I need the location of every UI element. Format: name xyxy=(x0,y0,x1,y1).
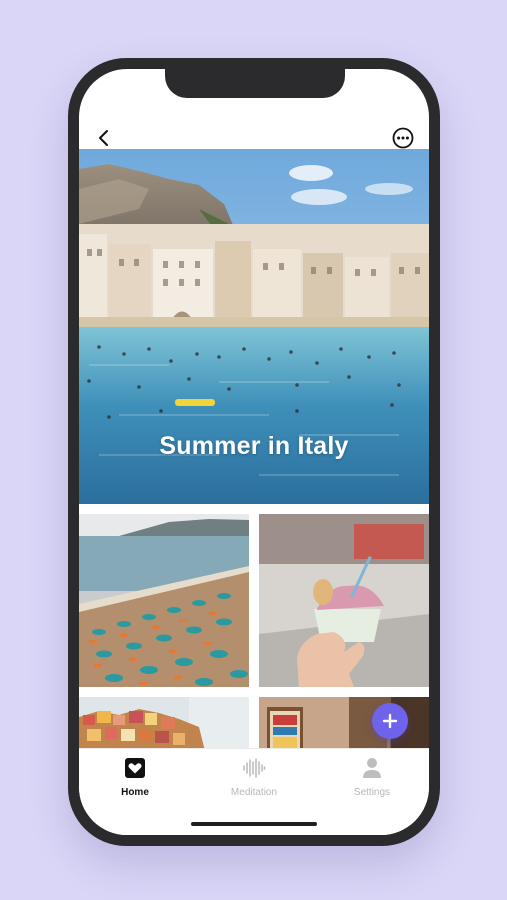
beach-photo xyxy=(79,514,249,687)
tab-home-label: Home xyxy=(121,787,149,798)
back-button[interactable] xyxy=(93,127,115,149)
tab-bar: Home Meditation Settings xyxy=(79,748,429,835)
tab-settings[interactable]: Settings xyxy=(317,755,427,798)
tab-meditation-label: Meditation xyxy=(230,787,278,798)
photo-tile-beach[interactable] xyxy=(79,514,249,687)
hero-photo-card[interactable]: Summer in Italy xyxy=(79,149,429,504)
phone-notch xyxy=(165,69,345,98)
tab-home[interactable]: Home xyxy=(80,755,190,798)
more-horizontal-icon xyxy=(392,127,414,149)
soundwave-icon xyxy=(243,758,266,778)
photo-tile-gelato[interactable] xyxy=(259,514,429,687)
add-button[interactable] xyxy=(372,703,408,739)
app-screen: Summer in Italy Home Meditation Settings xyxy=(79,69,429,835)
chevron-left-icon xyxy=(99,130,108,146)
tab-settings-label: Settings xyxy=(353,787,391,798)
phone-frame: Summer in Italy Home Meditation Settings xyxy=(68,58,440,846)
tab-meditation[interactable]: Meditation xyxy=(199,755,309,798)
home-indicator[interactable] xyxy=(191,822,317,826)
hero-title: Summer in Italy xyxy=(159,432,349,460)
gelato-photo xyxy=(259,514,429,687)
more-options-button[interactable] xyxy=(391,126,415,150)
person-icon xyxy=(363,758,381,778)
plus-icon xyxy=(382,713,398,729)
heart-icon xyxy=(125,758,145,778)
